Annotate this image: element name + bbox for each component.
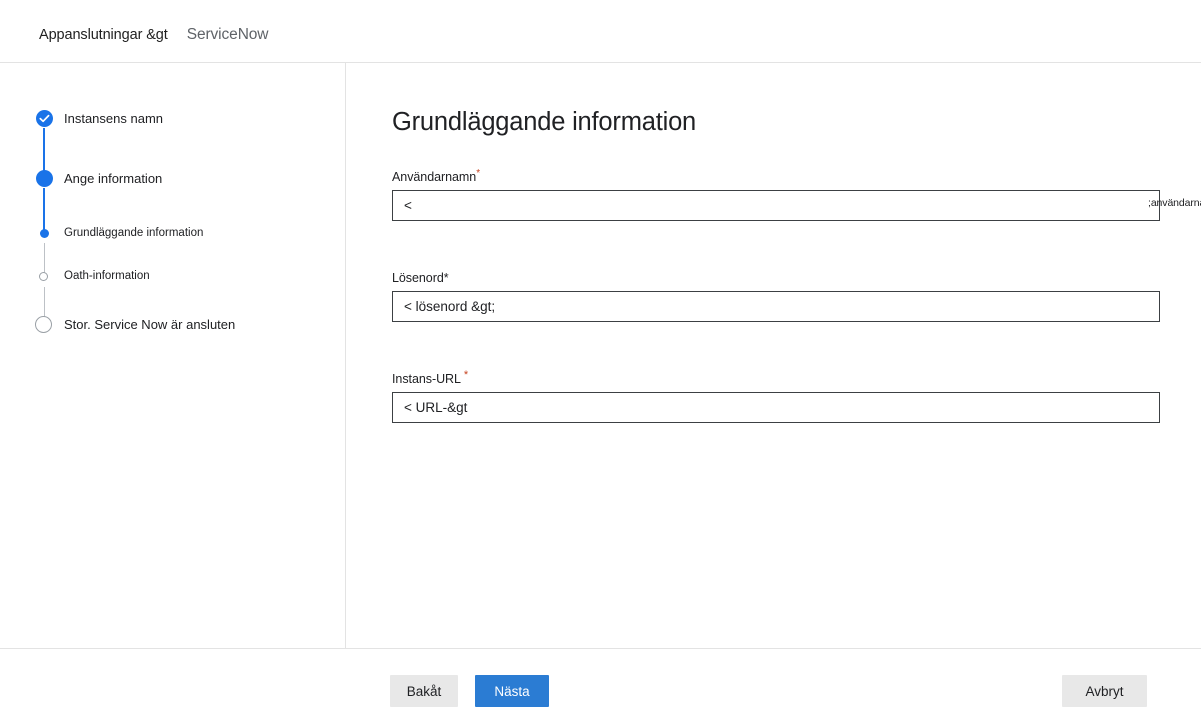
username-input[interactable] [392, 190, 1160, 221]
check-circle-icon [36, 110, 53, 127]
field-label-text-instans-url: Instans-URL [392, 372, 461, 386]
required-asterisk-anvandarnamn: * [476, 167, 481, 179]
app-header: Appanslutningar &gt ServiceNow [0, 0, 1201, 63]
hollow-circle-icon [35, 316, 52, 333]
field-label-text-anvandarnamn: Användarnamn [392, 170, 477, 184]
sidebar-step-label-2[interactable]: Ange information [64, 171, 162, 186]
sidebar-step-label-5[interactable]: Stor. Service Now är ansluten [64, 317, 235, 332]
wizard-sidebar: Instansens namn Ange information Grundlä… [0, 63, 345, 648]
breadcrumb-current: ServiceNow [186, 26, 269, 43]
field-input-wrapper-anvandarnamn: ;användarnamn &gt [392, 190, 1201, 221]
step-marker-instансens-namn[interactable] [36, 110, 53, 127]
main-content: Grundläggande information Användarnamn* … [346, 63, 1201, 648]
field-anvandarnamn: Användarnamn* ;användarnamn &gt [392, 167, 1201, 221]
sidebar-step-label-3[interactable]: Grundläggande information [64, 227, 203, 239]
cancel-button[interactable]: Avbryt [1062, 675, 1147, 707]
page-title: Grundläggande information [392, 108, 697, 136]
required-asterisk-instans-url: * [463, 368, 469, 381]
required-asterisk-losenord: * [443, 271, 449, 285]
breadcrumb-parent-link[interactable]: Appanslutningar &gt [39, 27, 168, 43]
step-marker-oath-information[interactable] [39, 272, 48, 281]
next-button[interactable]: Nästa [475, 675, 549, 707]
field-label-anvandarnamn: Användarnamn* [392, 167, 1160, 184]
field-losenord: Lösenord* [392, 271, 1160, 322]
field-instans-url: Instans-URL * [392, 368, 1160, 423]
small-hollow-circle-icon [39, 272, 48, 281]
step-connector-4 [43, 287, 45, 317]
step-connector-1 [43, 128, 45, 173]
step-marker-grundlaggande-information[interactable] [40, 229, 49, 238]
instance-url-input[interactable] [392, 392, 1160, 423]
filled-circle-icon [36, 170, 53, 187]
field-label-losenord: Lösenord* [392, 271, 1160, 285]
wizard-footer: Bakåt Nästa Avbryt [0, 649, 1201, 716]
field-label-text-losenord: Lösenord [392, 271, 444, 285]
step-marker-service-now-ansluten[interactable] [35, 316, 52, 333]
field-label-instans-url: Instans-URL * [392, 368, 1160, 386]
sidebar-step-label-4[interactable]: Oath-information [64, 270, 150, 282]
step-marker-ange-information[interactable] [36, 170, 53, 187]
password-input[interactable] [392, 291, 1160, 322]
step-connector-2 [43, 188, 45, 232]
small-filled-circle-icon [40, 229, 49, 238]
back-button[interactable]: Bakåt [390, 675, 458, 707]
breadcrumb: Appanslutningar &gt ServiceNow [39, 26, 269, 44]
sidebar-step-label-1[interactable]: Instansens namn [64, 111, 163, 126]
